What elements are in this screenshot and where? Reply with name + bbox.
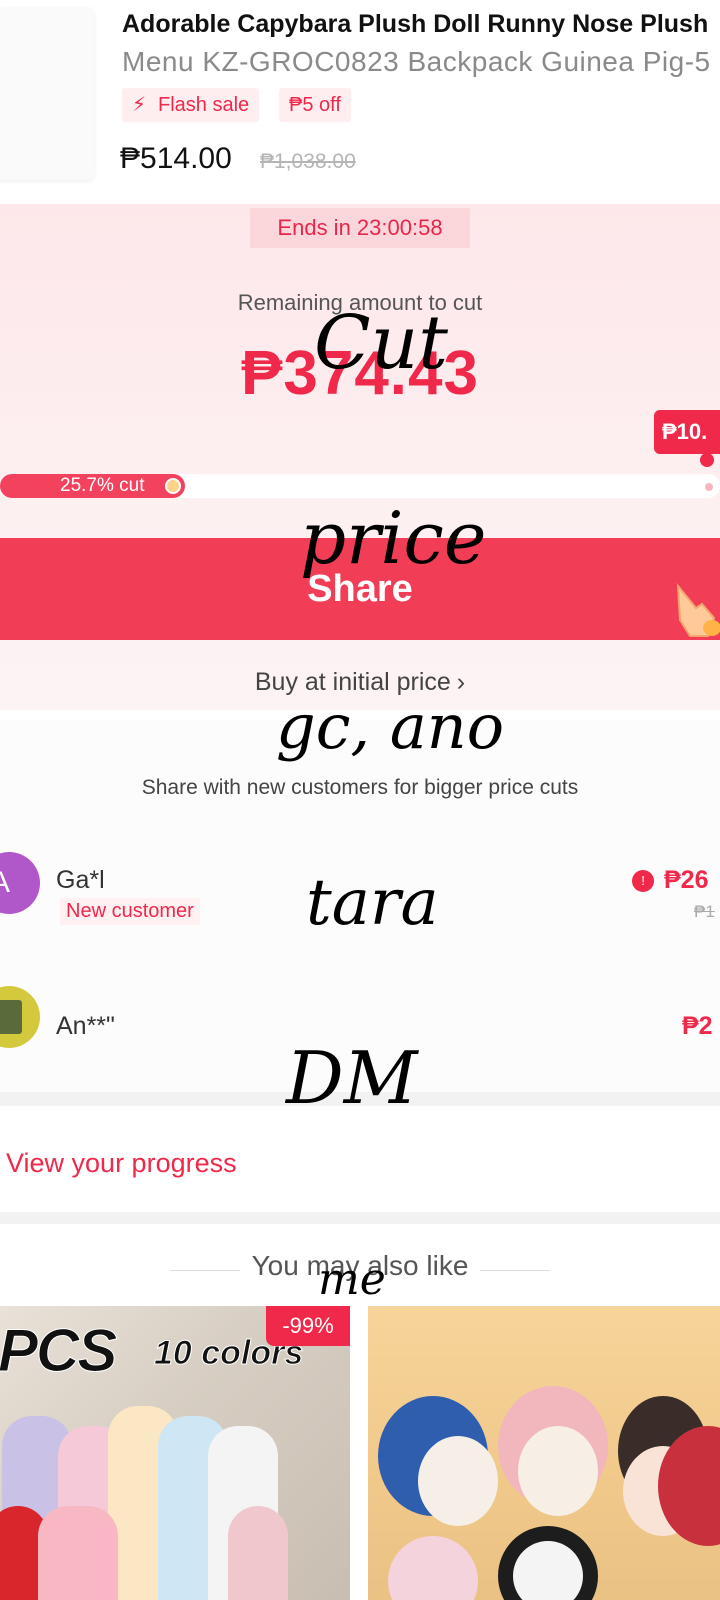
countdown-timer: Ends in 23:00:58 <box>250 208 470 248</box>
handwriting-text: tara <box>306 866 439 940</box>
progress-label: 25.7% cut <box>60 475 145 496</box>
handwriting-text: DM <box>286 1036 418 1120</box>
flash-sale-tag: ⚡ Flash sale <box>122 88 260 122</box>
divider <box>480 1270 550 1271</box>
product-summary[interactable]: Adorable Capybara Plush Doll Runny Nose … <box>0 0 720 196</box>
product-price: ₱514.00 <box>120 142 232 175</box>
helper-old-amount: ₱1 <box>694 902 715 921</box>
handwriting-text: me <box>318 1254 386 1305</box>
helper-name: An**" <box>56 1012 115 1040</box>
helper-name: Ga*l <box>56 866 105 894</box>
handwriting-text: gc, ano <box>276 690 505 763</box>
progress-bar: 25.7% cut <box>0 474 720 498</box>
card-headline: PCS <box>0 1317 118 1385</box>
progress-marker <box>700 453 714 467</box>
new-customer-badge: New customer <box>60 898 200 925</box>
product-card[interactable] <box>368 1306 720 1600</box>
progress-end-dot <box>705 483 713 491</box>
pointing-hand-icon <box>676 582 720 637</box>
divider <box>0 1212 720 1224</box>
lightning-icon: ⚡ <box>132 94 147 116</box>
progress-knob <box>165 478 181 494</box>
latest-cut-bubble: ₱10. <box>654 410 720 454</box>
share-hint: Share with new customers for bigger pric… <box>141 776 579 799</box>
flash-sale-label: Flash sale <box>158 94 250 116</box>
product-title: Adorable Capybara Plush Doll Runny Nose … <box>122 10 709 38</box>
helper-cut-amount: ₱2 <box>682 1012 713 1040</box>
discount-badge: -99% <box>266 1306 350 1346</box>
handwriting-text: Cut <box>314 300 449 386</box>
discount-tag: ₱5 off <box>279 88 351 122</box>
product-thumbnail[interactable] <box>0 8 94 180</box>
original-price: ₱1,038.00 <box>260 150 356 173</box>
product-variant: Menu KZ-GROC0823 Backpack Guinea Pig-5 <box>122 46 711 77</box>
helper-cut-amount: ₱26 <box>664 866 709 894</box>
handwriting-text: price <box>300 496 487 580</box>
product-card[interactable]: PCS 10 colors -99% <box>0 1306 350 1600</box>
view-progress-link[interactable]: View your progress <box>6 1148 237 1179</box>
info-icon: ! <box>632 870 654 892</box>
